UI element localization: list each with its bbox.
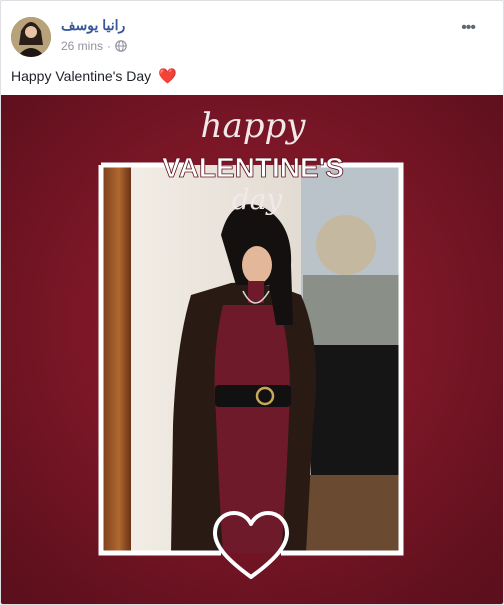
ellipsis-icon[interactable]: •••	[461, 19, 476, 37]
post-meta: 26 mins ·	[61, 39, 127, 53]
post-message: Happy Valentine's Day	[11, 68, 152, 84]
heart-emoji: ❤️	[158, 68, 177, 85]
script-day: day	[232, 183, 284, 216]
post-text: Happy Valentine's Day ❤️	[11, 67, 177, 85]
post-card: رانيا يوسف 26 mins · ••• Happy Valentine…	[0, 0, 504, 605]
script-happy: happy	[201, 106, 307, 146]
headline-valentines: VALENTINE'S	[162, 152, 344, 183]
post-header: رانيا يوسف 26 mins · •••	[11, 13, 491, 57]
photo-scene	[101, 165, 401, 553]
post-timestamp[interactable]: 26 mins	[61, 39, 103, 53]
author-name[interactable]: رانيا يوسف	[61, 17, 125, 34]
meta-separator: ·	[107, 39, 112, 53]
avatar[interactable]	[11, 17, 51, 57]
post-photo[interactable]: happy VALENTINE'S day	[1, 95, 503, 604]
globe-icon[interactable]	[115, 40, 127, 52]
